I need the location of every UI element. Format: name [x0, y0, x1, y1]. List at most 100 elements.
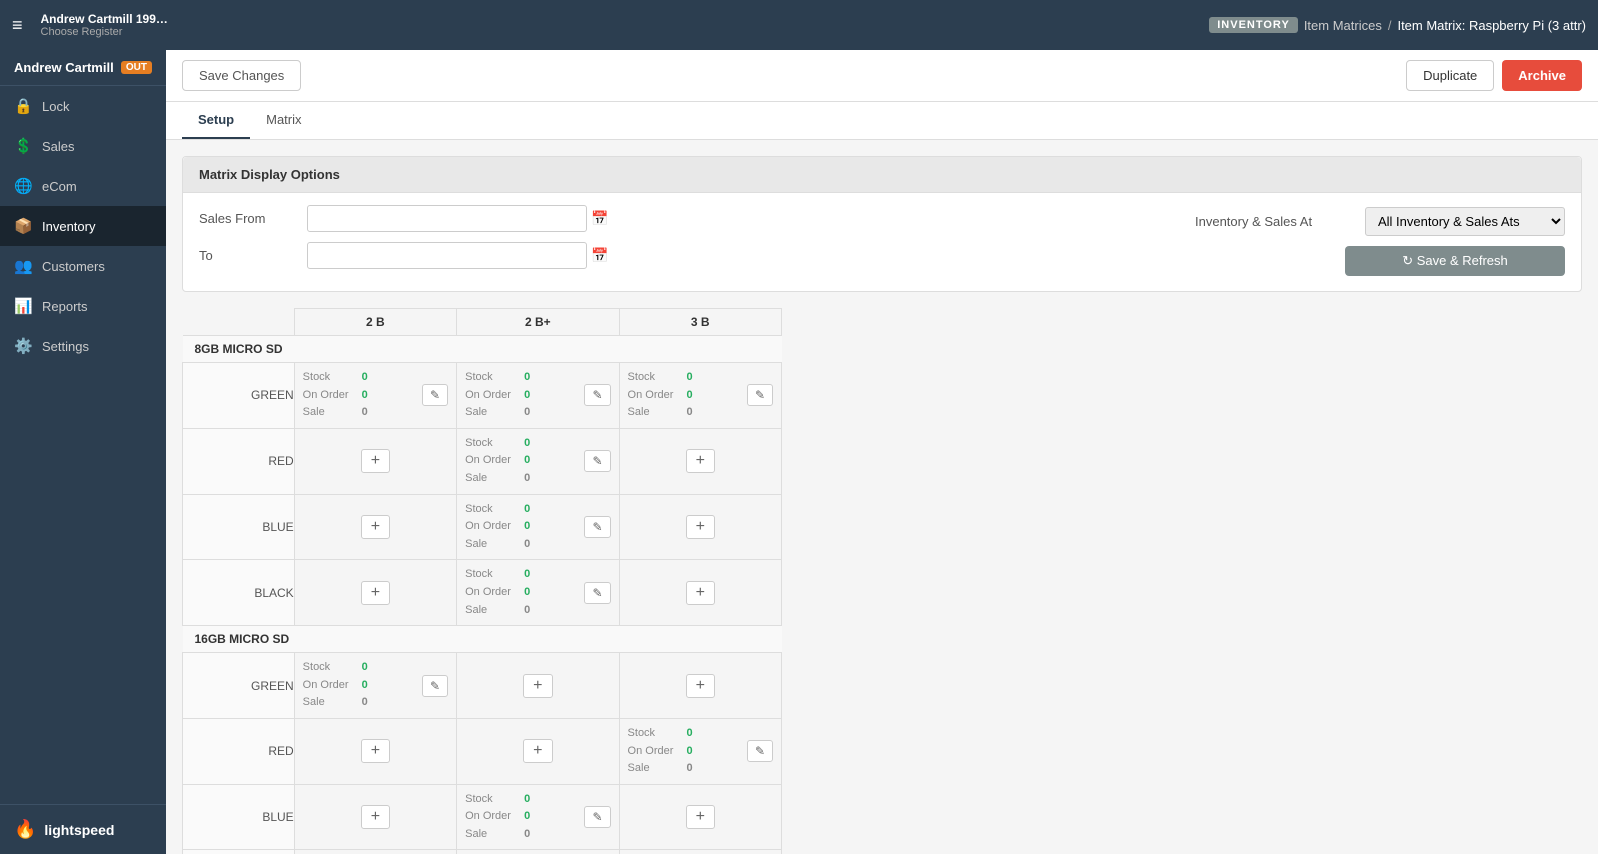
add-button[interactable]: +	[523, 674, 552, 698]
matrix-row: GREEN Stock0 On Order0 Sale0 ✎ Stock0 On…	[183, 363, 782, 429]
matrix-cell: +	[619, 560, 781, 626]
cell-inner: Stock0 On Order0 Sale0 ✎	[457, 429, 618, 494]
matrix-table-wrap: 2 B 2 B+ 3 B 8GB MICRO SDGREEN Stock0 On…	[182, 308, 1582, 854]
to-input-wrap: 📅	[307, 242, 1155, 269]
edit-button[interactable]: ✎	[584, 582, 610, 604]
tab-matrix[interactable]: Matrix	[250, 102, 317, 139]
add-button[interactable]: +	[686, 449, 715, 473]
group-row-16gb: 16GB MICRO SD	[183, 626, 782, 653]
add-button[interactable]: +	[361, 739, 390, 763]
sidebar-label-customers: Customers	[42, 259, 105, 274]
sales-from-input-wrap: 📅	[307, 205, 1155, 232]
tab-setup[interactable]: Setup	[182, 102, 250, 139]
reports-icon: 📊	[14, 297, 32, 315]
sidebar-item-ecom[interactable]: 🌐 eCom	[0, 166, 166, 206]
sidebar-item-lock[interactable]: 🔒 Lock	[0, 86, 166, 126]
sidebar-item-sales[interactable]: 💲 Sales	[0, 126, 166, 166]
add-button[interactable]: +	[361, 515, 390, 539]
cell-stats: Stock0 On Order0 Sale0	[628, 369, 693, 422]
row-label: RED	[183, 718, 295, 784]
sales-from-row: Sales From 📅	[199, 205, 1155, 232]
edit-button[interactable]: ✎	[747, 384, 773, 406]
sidebar-item-inventory[interactable]: 📦 Inventory	[0, 206, 166, 246]
cell-stats: Stock0 On Order0 Sale0	[465, 501, 530, 554]
hamburger-icon[interactable]: ≡	[12, 15, 23, 36]
cell-empty: +	[295, 501, 456, 553]
cell-empty: +	[457, 725, 618, 777]
edit-button[interactable]: ✎	[584, 516, 610, 538]
matrix-row: BLACK+ Stock0 On Order0 Sale0 ✎+	[183, 560, 782, 626]
sidebar: Andrew Cartmill OUT 🔒 Lock 💲 Sales 🌐 eCo…	[0, 50, 166, 854]
add-button[interactable]: +	[686, 674, 715, 698]
duplicate-button[interactable]: Duplicate	[1406, 60, 1494, 91]
calendar-to-icon[interactable]: 📅	[591, 247, 608, 264]
sales-from-input[interactable]	[307, 205, 587, 232]
edit-button[interactable]: ✎	[584, 806, 610, 828]
cell-stats: Stock0 On Order0 Sale0	[465, 435, 530, 488]
group-label-16gb: 16GB MICRO SD	[183, 626, 782, 653]
cell-empty: +	[295, 567, 456, 619]
add-button[interactable]: +	[686, 581, 715, 605]
matrix-col-header-empty	[183, 309, 295, 336]
cell-stats: Stock0 On Order0 Sale0	[465, 791, 530, 844]
cell-inner: Stock0 On Order0 Sale0 ✎	[457, 363, 618, 428]
inv-sales-select[interactable]: All Inventory & Sales Ats	[1365, 207, 1565, 236]
edit-button[interactable]: ✎	[422, 675, 448, 697]
matrix-cell: +	[457, 653, 619, 719]
matrix-cell: Stock0 On Order0 Sale0 ✎	[457, 560, 619, 626]
edit-button[interactable]: ✎	[747, 740, 773, 762]
matrix-cell: Stock0 On Order0 Sale0 ✎	[457, 784, 619, 850]
customers-icon: 👥	[14, 257, 32, 275]
cell-empty: +	[620, 660, 781, 712]
sidebar-item-reports[interactable]: 📊 Reports	[0, 286, 166, 326]
logo-text: lightspeed	[44, 822, 114, 838]
toolbar: Save Changes Duplicate Archive	[166, 50, 1598, 102]
add-button[interactable]: +	[361, 581, 390, 605]
save-refresh-button[interactable]: ↻ Save & Refresh	[1345, 246, 1565, 276]
matrix-col-header-2b: 2 B	[294, 309, 456, 336]
edit-button[interactable]: ✎	[584, 450, 610, 472]
matrix-cell: +	[294, 784, 456, 850]
matrix-cell: +	[619, 494, 781, 560]
matrix-row: BLUE + Stock0 On Order0 Sale0 ✎ +	[183, 494, 782, 560]
inv-badge: INVENTORY	[1209, 17, 1298, 33]
cell-stats: Stock0 On Order0 Sale0	[465, 566, 530, 619]
main-scroll: Matrix Display Options Sales From 📅	[166, 140, 1598, 854]
cell-stats: Stock0 On Order0 Sale0	[303, 369, 368, 422]
add-button[interactable]: +	[361, 449, 390, 473]
matrix-cell: +	[457, 718, 619, 784]
matrix-row: RED++ Stock0 On Order0 Sale0 ✎	[183, 718, 782, 784]
save-button[interactable]: Save Changes	[182, 60, 301, 91]
add-button[interactable]: +	[686, 515, 715, 539]
sidebar-label-lock: Lock	[42, 99, 69, 114]
edit-button[interactable]: ✎	[422, 384, 448, 406]
sidebar-user-name: Andrew Cartmill	[14, 60, 114, 75]
matrix-cell: Stock0 On Order0 Sale0 ✎	[619, 363, 781, 429]
toolbar-right: Duplicate Archive	[1406, 60, 1582, 91]
calendar-from-icon[interactable]: 📅	[591, 210, 608, 227]
archive-button[interactable]: Archive	[1502, 60, 1582, 91]
group-label-8gb: 8GB MICRO SD	[183, 336, 782, 363]
cell-empty: +	[620, 435, 781, 487]
topbar: ≡ Andrew Cartmill 1994... Choose Registe…	[0, 0, 1598, 50]
to-input[interactable]	[307, 242, 587, 269]
app-body: Andrew Cartmill OUT 🔒 Lock 💲 Sales 🌐 eCo…	[0, 50, 1598, 854]
sidebar-item-customers[interactable]: 👥 Customers	[0, 246, 166, 286]
cell-empty: +	[620, 501, 781, 553]
add-button[interactable]: +	[686, 805, 715, 829]
row-label: RED	[183, 428, 295, 494]
breadcrumb-link[interactable]: Item Matrices	[1304, 18, 1382, 33]
row-label: BLUE	[183, 494, 295, 560]
sidebar-item-settings[interactable]: ⚙️ Settings	[0, 326, 166, 366]
add-button[interactable]: +	[523, 739, 552, 763]
breadcrumb-sep: /	[1388, 18, 1392, 33]
panel-body: Sales From 📅 To 📅	[183, 193, 1581, 291]
matrix-cell: +	[619, 850, 781, 854]
add-button[interactable]: +	[361, 805, 390, 829]
matrix-cell: +	[619, 653, 781, 719]
matrix-cell: Stock0 On Order0 Sale0 ✎	[294, 653, 456, 719]
group-row-8gb: 8GB MICRO SD	[183, 336, 782, 363]
cell-inner: Stock0 On Order0 Sale0 ✎	[457, 560, 618, 625]
matrix-col-header-2bplus: 2 B+	[457, 309, 619, 336]
edit-button[interactable]: ✎	[584, 384, 610, 406]
